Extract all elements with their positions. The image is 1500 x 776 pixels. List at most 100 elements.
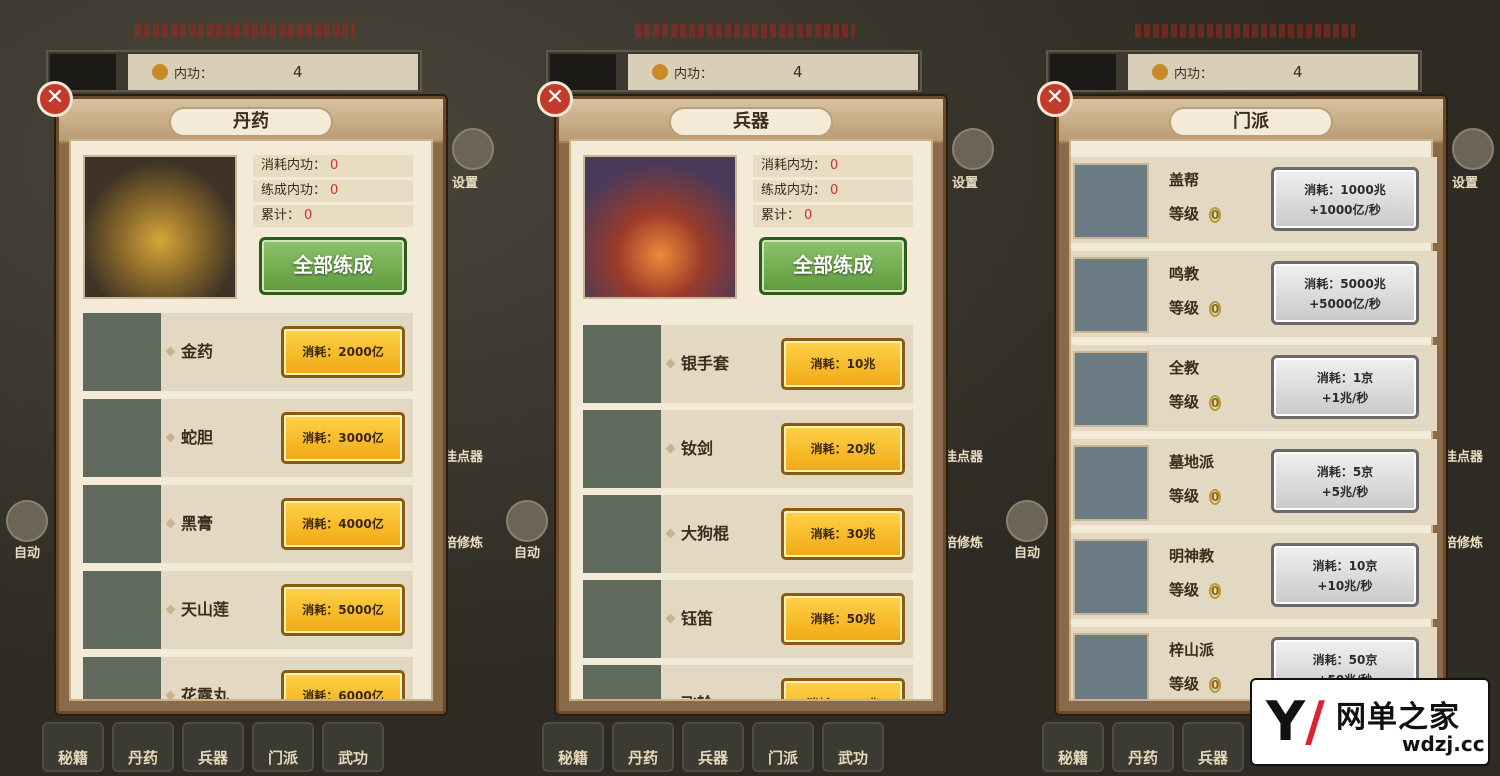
buy-button[interactable]: 消耗：30兆 [781,508,905,560]
neigong-value: 4 [293,63,303,81]
buy-button[interactable]: 消耗：4000亿 [281,498,405,550]
auto-icon[interactable] [506,500,548,542]
cost-text: 消耗：1000兆 [1304,183,1386,197]
tab-bingqi[interactable]: 兵器 [1182,722,1244,772]
auto-icon[interactable] [1006,500,1048,542]
level-value: 0 [1209,395,1222,411]
tab-miji[interactable]: 秘籍 [542,722,604,772]
tab-menpai[interactable]: 门派 [252,722,314,772]
make-all-button[interactable]: 全部练成 [759,237,907,295]
auto-label[interactable]: 自动 [1014,542,1040,561]
tab-danyao[interactable]: 丹药 [1112,722,1174,772]
bullet-icon [165,604,176,615]
buy-button[interactable]: 消耗：6000亿 [281,670,405,699]
upgrade-button[interactable]: 消耗：5京 +5兆/秒 [1271,449,1419,513]
logo-text-cn: 网单之家 [1336,700,1460,735]
settings-gear-icon[interactable] [1452,128,1494,170]
level-label: 等级 [1169,487,1200,505]
buy-button[interactable]: 消耗：100兆 [781,678,905,699]
auto-label[interactable]: 自动 [514,542,540,561]
settings-gear-icon[interactable] [952,128,994,170]
bullet-icon [165,346,176,357]
equip-label[interactable]: 佳点器 [944,446,983,465]
tab-menpai[interactable]: 门派 [752,722,814,772]
buy-button[interactable]: 消耗：5000亿 [281,584,405,636]
make-all-button[interactable]: 全部练成 [259,237,407,295]
settings-gear-icon[interactable] [452,128,494,170]
auto-icon[interactable] [6,500,48,542]
bullet-icon [165,432,176,443]
cost-text: 消耗：5000兆 [1304,277,1386,291]
total-value: 0 [804,208,813,223]
item-name: 黑膏 [181,514,214,533]
total-stat: 累计： 0 [253,205,413,227]
buy-button[interactable]: 消耗：3000亿 [281,412,405,464]
gain-text: +1兆/秒 [1321,391,1369,405]
close-icon[interactable]: ✕ [37,81,73,117]
buy-button[interactable]: 消耗：2000亿 [281,326,405,378]
level-value: 0 [1209,301,1222,317]
snow-lotus-icon [83,571,161,649]
item-name: 花露丸 [181,686,230,699]
sect-list[interactable]: 盖帮 等级 0 消耗：1000兆 +1000亿/秒 鸣教 等级 0 消耗：5000兆 +5000… [1059,143,1437,699]
close-icon[interactable]: ✕ [1037,81,1073,117]
tab-miji[interactable]: 秘籍 [42,722,104,772]
logo-mark-icon: Y/ [1266,690,1325,753]
double-train-label[interactable]: 倍修炼 [944,532,983,551]
upgrade-button[interactable]: 消耗：10京 +10兆/秒 [1271,543,1419,607]
sect-building-icon [1073,539,1149,615]
cost-text: 消耗：10京 [1312,559,1378,573]
staff-icon [583,495,661,573]
list-item: 明神教 等级 0 消耗：10京 +10兆/秒 [1071,533,1437,619]
bullet-icon [665,613,676,624]
sword-icon [583,410,661,488]
neigong-icon [1152,64,1168,80]
buy-button[interactable]: 消耗：20兆 [781,423,905,475]
tab-bingqi[interactable]: 兵器 [182,722,244,772]
made-label: 练成内功： [761,183,827,198]
made-stat: 练成内功： 0 [753,180,913,202]
bottom-tab-bar: 秘籍 丹药 兵器 门派 武功 [42,722,384,772]
upgrade-button[interactable]: 消耗：5000兆 +5000亿/秒 [1271,261,1419,325]
level-label: 等级 [1169,205,1200,223]
tab-wugong[interactable]: 武功 [822,722,884,772]
tab-danyao[interactable]: 丹药 [112,722,174,772]
equip-label[interactable]: 佳点器 [1444,446,1483,465]
level-label: 等级 [1169,675,1200,693]
bullet-icon [665,528,676,539]
tab-danyao[interactable]: 丹药 [612,722,674,772]
close-icon[interactable]: ✕ [537,81,573,117]
neigong-icon [152,64,168,80]
tab-wugong[interactable]: 武功 [322,722,384,772]
logo-text-en: wdzj.cc [1402,732,1485,756]
buy-button[interactable]: 消耗：10兆 [781,338,905,390]
notice-text [635,24,855,38]
item-name: 蛇胆 [181,428,214,447]
list-item: 全教 等级 0 消耗：1京 +1兆/秒 [1071,345,1437,431]
panel-title: 兵器 [669,107,833,137]
double-train-label[interactable]: 倍修炼 [444,532,483,551]
tab-bingqi[interactable]: 兵器 [682,722,744,772]
buy-button[interactable]: 消耗：50兆 [781,593,905,645]
golden-pill-icon [83,313,161,391]
double-train-label[interactable]: 倍修炼 [1444,532,1483,551]
bottom-tab-bar: 秘籍 丹药 兵器 门派 武功 [542,722,884,772]
snake-gall-icon [83,399,161,477]
auto-label[interactable]: 自动 [14,542,40,561]
forge-image [583,155,737,299]
level-value: 0 [1209,677,1222,693]
sect-level: 等级 0 [1169,391,1222,412]
list-item: 飞轮 消耗：100兆 [583,665,913,699]
item-list[interactable]: 消耗内功： 0 练成内功： 0 累计： 0 全部练成 金药 消耗：2000亿 蛇胆 消耗：… [71,143,437,699]
upgrade-button[interactable]: 消耗：1000兆 +1000亿/秒 [1271,167,1419,231]
item-list[interactable]: 消耗内功： 0 练成内功： 0 累计： 0 全部练成 银手套 消耗：10兆 钕剑 消耗：2… [571,143,937,699]
neigong-label: 内功： [674,66,714,82]
made-value: 0 [830,183,839,198]
bullet-icon [165,690,176,699]
made-value: 0 [330,183,339,198]
upgrade-button[interactable]: 消耗：1京 +1兆/秒 [1271,355,1419,419]
tab-miji[interactable]: 秘籍 [1042,722,1104,772]
made-stat: 练成内功： 0 [253,180,413,202]
level-value: 0 [1209,583,1222,599]
equip-label[interactable]: 佳点器 [444,446,483,465]
